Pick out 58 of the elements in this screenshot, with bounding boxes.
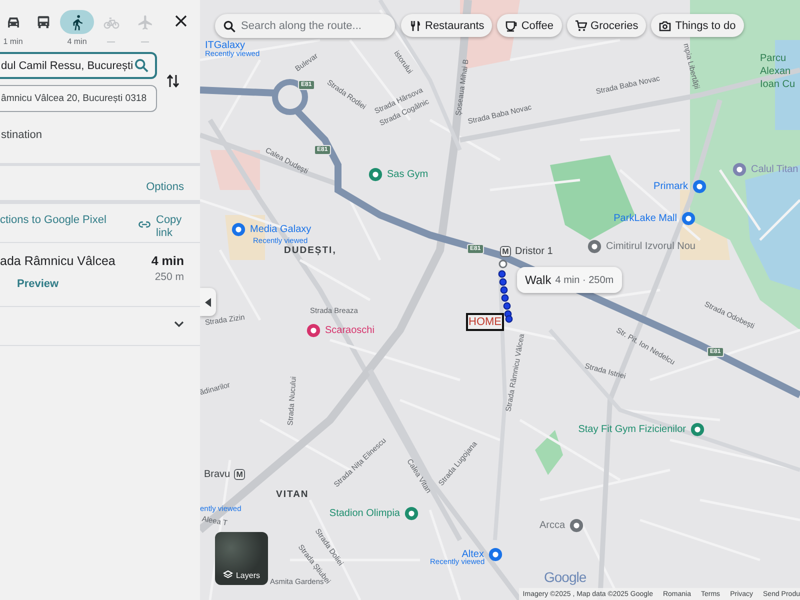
route-search-field[interactable]: Search along the route... bbox=[215, 14, 395, 38]
park-label: Parcu bbox=[760, 53, 786, 64]
place-label[interactable]: Calul Titan bbox=[751, 164, 798, 175]
place-label[interactable]: Arcca bbox=[539, 520, 565, 531]
route-duration: 4 min bbox=[151, 254, 184, 268]
metro-station-icon: M bbox=[234, 469, 246, 480]
collapse-panel-button[interactable] bbox=[200, 288, 216, 316]
add-destination-link[interactable]: stination bbox=[1, 129, 42, 141]
cup-icon bbox=[505, 20, 518, 32]
preview-button[interactable]: Preview bbox=[17, 278, 59, 290]
search-icon bbox=[134, 58, 149, 73]
route-duration-label: 4 min · 250m bbox=[555, 274, 614, 286]
route-name: ada Râmnicu Vâlcea bbox=[0, 254, 116, 268]
close-icon bbox=[174, 14, 188, 28]
travel-time-label: 4 min bbox=[67, 37, 87, 46]
category-chip[interactable]: Restaurants bbox=[401, 14, 492, 37]
swap-arrows-icon bbox=[166, 73, 180, 89]
metro-station-icon: M bbox=[500, 246, 511, 257]
search-icon bbox=[223, 20, 236, 33]
travel-mode-label: Walk bbox=[525, 273, 552, 287]
options-button[interactable]: Options bbox=[146, 174, 184, 200]
travel-time-label: — bbox=[107, 37, 115, 46]
place-label[interactable]: Scaraoschi bbox=[325, 325, 374, 336]
travel-time-label: 1 min bbox=[3, 37, 23, 46]
fork-knife-icon bbox=[409, 20, 421, 32]
camera-icon bbox=[659, 20, 672, 32]
station-label[interactable]: Dristor 1 bbox=[515, 246, 553, 257]
origin-field[interactable]: dul Camil Ressu, București bbox=[0, 52, 157, 79]
category-chip[interactable]: Coffee bbox=[497, 14, 562, 37]
park-label: Alexan bbox=[760, 66, 791, 77]
district-label: VITAN bbox=[276, 489, 309, 500]
place-label[interactable]: Stay Fit Gym Fizicienilor bbox=[578, 424, 686, 435]
destination-field[interactable]: âmnicu Vâlcea 20, București 0318 bbox=[0, 85, 157, 112]
district-label: DUDEȘTI, bbox=[284, 245, 336, 256]
station-label[interactable]: Bravu bbox=[204, 469, 230, 480]
category-chip[interactable]: Groceries bbox=[566, 14, 646, 37]
route-distance: 250 m bbox=[154, 271, 184, 283]
category-chip[interactable]: Things to do bbox=[651, 14, 744, 37]
layers-icon bbox=[222, 570, 233, 580]
copy-link-button[interactable]: Copy link bbox=[138, 214, 190, 242]
place-label[interactable]: Altex bbox=[462, 549, 484, 560]
place-label[interactable]: Media Galaxy bbox=[250, 224, 312, 235]
send-directions-link[interactable]: ctions to Google Pixel bbox=[0, 214, 106, 226]
map-logo: Google bbox=[544, 569, 586, 585]
caret-left-icon bbox=[204, 298, 212, 306]
place-label[interactable]: Stadion Olimpia bbox=[329, 508, 400, 519]
layers-button[interactable]: Layers bbox=[215, 532, 268, 585]
place-label[interactable]: Cimitirul Izvorul Nou bbox=[606, 241, 696, 252]
place-label[interactable]: Primark bbox=[654, 181, 688, 192]
park-label: Ioan Cu bbox=[760, 79, 796, 90]
place-label[interactable]: Sas Gym bbox=[387, 169, 428, 180]
travel-mode-button[interactable] bbox=[60, 10, 94, 34]
travel-time-label: — bbox=[141, 37, 149, 46]
place-label[interactable]: ParkLake Mall bbox=[614, 213, 677, 224]
place-label: ITGalaxy bbox=[205, 40, 246, 51]
home-marker-label: HOME bbox=[466, 313, 504, 331]
cart-icon bbox=[574, 20, 587, 32]
airplane-icon bbox=[136, 14, 154, 30]
